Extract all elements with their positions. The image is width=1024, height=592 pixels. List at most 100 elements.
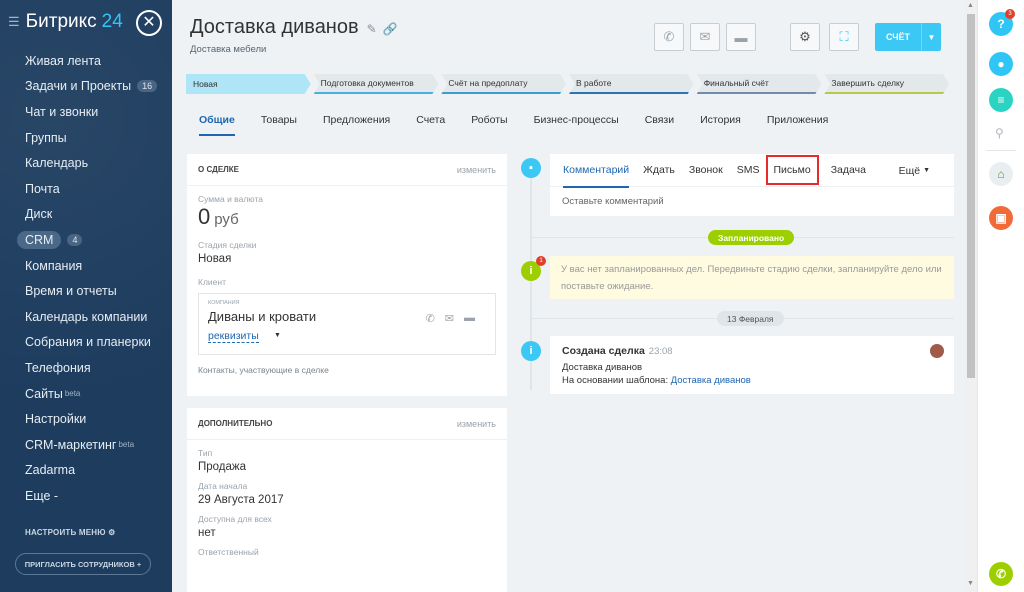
- tab-history[interactable]: История: [700, 114, 741, 136]
- field-label: Дата начала: [198, 481, 248, 491]
- sidebar-item-more[interactable]: Еще -: [0, 483, 172, 509]
- sidebar-item-calendar[interactable]: Календарь: [0, 150, 172, 176]
- field-label: Стадия сделки: [198, 240, 257, 250]
- more-dropdown[interactable]: Ещё ▼: [899, 154, 930, 187]
- scrollbar[interactable]: ▲ ▼: [965, 0, 977, 592]
- envelope-icon[interactable]: ✉: [445, 312, 454, 325]
- tab-general[interactable]: Общие: [199, 114, 235, 136]
- about-deal-card: О СДЕЛКЕ изменить Сумма и валюта 0 руб Ст…: [187, 154, 507, 396]
- pencil-icon[interactable]: ✎: [367, 22, 377, 36]
- deal-tabs: Общие Товары Предложения Счета Роботы Би…: [199, 114, 854, 138]
- sidebar-item-time[interactable]: Время и отчеты: [0, 278, 172, 304]
- tab-apps[interactable]: Приложения: [767, 114, 828, 136]
- stage-bar: Новая Подготовка документов Счёт на пред…: [186, 74, 952, 94]
- sidebar-item-settings[interactable]: Настройки: [0, 406, 172, 432]
- chat-icon[interactable]: ▬: [464, 312, 475, 325]
- tab-robots[interactable]: Роботы: [471, 114, 507, 136]
- tab-sms[interactable]: SMS: [737, 154, 760, 187]
- tab-business-processes[interactable]: Бизнес-процессы: [534, 114, 619, 136]
- type-value: Продажа: [198, 461, 246, 473]
- notification-badge: 1: [536, 256, 546, 266]
- tab-links[interactable]: Связи: [645, 114, 674, 136]
- sidebar-item-company[interactable]: Компания: [0, 253, 172, 279]
- sidebar-item-telephony[interactable]: Телефония: [0, 355, 172, 381]
- stage-in-work[interactable]: В работе: [569, 74, 694, 94]
- bell-icon[interactable]: ●: [989, 52, 1013, 76]
- envelope-icon: ✉: [699, 29, 711, 44]
- sidebar-nav: Живая лента Задачи и Проекты 16 Чат и зво…: [0, 48, 172, 509]
- additional-card: ДОПОЛНИТЕЛЬНО изменить Тип Продажа Дата …: [187, 408, 507, 592]
- stage-value: Новая: [198, 253, 232, 265]
- phone-button[interactable]: ✆: [654, 23, 684, 51]
- gear-icon: ⚙: [108, 528, 116, 537]
- email-button[interactable]: ✉: [690, 23, 720, 51]
- sidebar: ☰ Битрикс 24 ✕ Живая лента Задачи и Проек…: [0, 0, 172, 592]
- sidebar-item-chat[interactable]: Чат и звонки: [0, 99, 172, 125]
- tab-email[interactable]: Письмо: [765, 155, 819, 185]
- sidebar-item-zadarma[interactable]: Zadarma: [0, 458, 172, 484]
- scroll-up-icon[interactable]: ▲: [967, 2, 974, 9]
- gear-icon: ⚙: [799, 29, 811, 44]
- bill-button[interactable]: СЧЁТ ▼: [875, 23, 941, 51]
- stage-final-bill[interactable]: Финальный счёт: [697, 74, 822, 94]
- card-title: О СДЕЛКЕ: [198, 165, 239, 174]
- sidebar-item-crm-marketing[interactable]: CRM-маркетинг beta: [0, 432, 172, 458]
- requisites-link[interactable]: реквизиты: [208, 330, 259, 343]
- stage-docs[interactable]: Подготовка документов: [314, 74, 439, 94]
- caret-down-icon[interactable]: ▼: [274, 332, 281, 339]
- chat-button[interactable]: ▬: [726, 23, 756, 51]
- scan-icon: ⛶: [839, 29, 849, 44]
- link-icon[interactable]: 🔗: [383, 22, 398, 36]
- card-title: ДОПОЛНИТЕЛЬНО: [198, 419, 273, 428]
- tab-task[interactable]: Задача: [831, 154, 866, 187]
- sidebar-item-crm[interactable]: CRM 4: [0, 227, 172, 253]
- tab-wait[interactable]: Ждать: [643, 154, 675, 187]
- search-icon[interactable]: ⚲: [995, 126, 1004, 140]
- close-icon[interactable]: ✕: [136, 10, 162, 36]
- tab-comment[interactable]: Комментарий: [563, 154, 630, 188]
- template-link[interactable]: Доставка диванов: [671, 375, 751, 386]
- stage-new[interactable]: Новая: [186, 74, 311, 94]
- stage-prepay[interactable]: Счёт на предоплату: [441, 74, 566, 94]
- chevron-down-icon[interactable]: ▼: [921, 23, 941, 51]
- scroll-down-icon[interactable]: ▼: [967, 580, 974, 587]
- sidebar-item-tasks[interactable]: Задачи и Проекты 16: [0, 74, 172, 100]
- field-label: Доступна для всех: [198, 514, 272, 524]
- lock-icon[interactable]: ▣: [989, 206, 1013, 230]
- scan-button[interactable]: ⛶: [829, 23, 859, 51]
- invite-button[interactable]: ПРИГЛАСИТЬ СОТРУДНИКОВ +: [15, 553, 151, 575]
- sidebar-item-disk[interactable]: Диск: [0, 202, 172, 228]
- sidebar-item-groups[interactable]: Группы: [0, 125, 172, 151]
- tab-products[interactable]: Товары: [261, 114, 297, 136]
- brand[interactable]: ☰ Битрикс 24: [0, 0, 123, 44]
- stage-close[interactable]: Завершить сделку: [824, 74, 949, 94]
- tab-offers[interactable]: Предложения: [323, 114, 390, 136]
- deal-category: Доставка мебели: [190, 44, 267, 55]
- avatar[interactable]: [930, 344, 944, 358]
- client-type: КОМПАНИЯ: [208, 300, 240, 306]
- user-avatar-icon[interactable]: ⌂: [989, 162, 1013, 186]
- edit-link[interactable]: изменить: [457, 165, 496, 175]
- settings-button[interactable]: ⚙: [790, 23, 820, 51]
- sidebar-item-company-calendar[interactable]: Календарь компании: [0, 304, 172, 330]
- no-activities-notice: У вас нет запланированных дел. Передвинь…: [550, 256, 954, 299]
- scrollbar-thumb[interactable]: [967, 14, 975, 378]
- comment-input[interactable]: Оставьте комментарий: [550, 187, 954, 216]
- tab-call[interactable]: Звонок: [689, 154, 723, 187]
- tab-invoices[interactable]: Счета: [416, 114, 445, 136]
- sidebar-item-meetings[interactable]: Собрания и планерки: [0, 330, 172, 356]
- sidebar-item-mail[interactable]: Почта: [0, 176, 172, 202]
- edit-link[interactable]: изменить: [457, 419, 496, 429]
- sidebar-item-feed[interactable]: Живая лента: [0, 48, 172, 74]
- page-title: Доставка диванов ✎ 🔗: [190, 16, 398, 38]
- divider: [986, 150, 1016, 151]
- sidebar-item-sites[interactable]: Сайты beta: [0, 381, 172, 407]
- public-value: нет: [198, 527, 216, 539]
- chat-icon[interactable]: ≡: [989, 88, 1013, 112]
- phone-icon[interactable]: ✆: [426, 312, 435, 325]
- brand-logo: Битрикс 24: [25, 11, 123, 32]
- phone-icon[interactable]: ✆: [989, 562, 1013, 586]
- menu-icon[interactable]: ☰: [8, 14, 20, 30]
- setup-menu-link[interactable]: НАСТРОИТЬ МЕНЮ ⚙: [25, 528, 116, 537]
- client-name[interactable]: Диваны и кровати: [208, 309, 316, 324]
